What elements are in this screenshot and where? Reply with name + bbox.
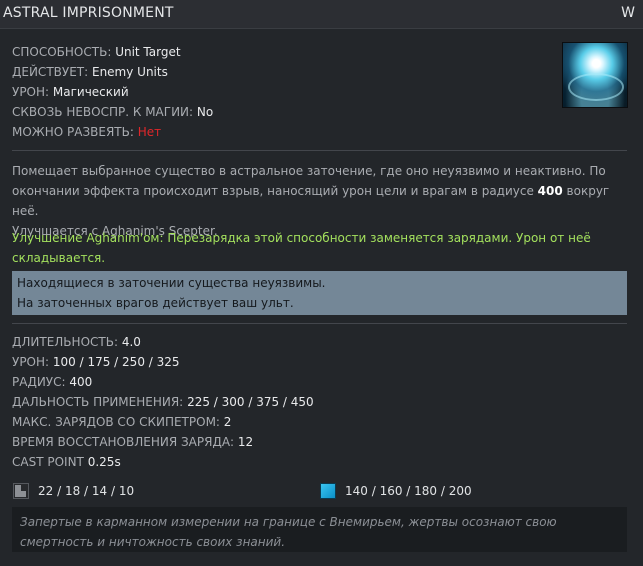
stat-pierces-immunity: СКВОЗЬ НЕВОСПР. К МАГИИ: No: [12, 105, 213, 119]
lore-box: Запертые в карманном измерении на границ…: [12, 507, 627, 552]
stat-value: 225 / 300 / 375 / 450: [187, 395, 314, 409]
stat-value: 12: [237, 435, 254, 449]
stat-label: ДАЛЬНОСТЬ ПРИМЕНЕНИЯ:: [12, 395, 184, 409]
lore-text: Запертые в карманном измерении на границ…: [20, 515, 557, 549]
stat-value: Магический: [52, 85, 129, 99]
cooldown-icon: [13, 483, 29, 499]
cooldown-cost: 22 / 18 / 14 / 10: [13, 482, 134, 500]
stat-charge-restore: ВРЕМЯ ВОССТАНОВЛЕНИЯ ЗАРЯДА: 12: [12, 435, 253, 449]
stat-damage: УРОН: 100 / 175 / 250 / 325: [12, 355, 180, 369]
stat-cast-range: ДАЛЬНОСТЬ ПРИМЕНЕНИЯ: 225 / 300 / 375 / …: [12, 395, 314, 409]
stat-duration: ДЛИТЕЛЬНОСТЬ: 4.0: [12, 335, 141, 349]
tooltip-header: ASTRAL IMPRISONMENT W: [0, 0, 643, 29]
stat-label: СКВОЗЬ НЕВОСПР. К МАГИИ:: [12, 105, 194, 119]
stat-label: МАКС. ЗАРЯДОВ СО СКИПЕТРОМ:: [12, 415, 220, 429]
description-text: Помещает выбранное существо в астральное…: [12, 164, 606, 198]
ability-hotkey: W: [621, 5, 635, 21]
stat-label: РАДИУС:: [12, 375, 66, 389]
stat-label: CAST POINT: [12, 455, 84, 469]
mana-icon: [320, 483, 336, 499]
stat-value: Unit Target: [115, 45, 181, 59]
stat-affects: ДЕЙСТВУЕТ: Enemy Units: [12, 65, 168, 79]
divider: [12, 323, 627, 324]
cooldown-value: 22 / 18 / 14 / 10: [38, 484, 135, 498]
stat-value: 2: [223, 415, 232, 429]
note-item: Находящиеся в заточении существа неуязви…: [17, 276, 326, 290]
stat-label: ДЛИТЕЛЬНОСТЬ:: [12, 335, 118, 349]
aghanim-upgrade-text: Улучшение Aghanim'ом: Перезарядка этой с…: [12, 231, 591, 265]
stat-value: Нет: [137, 125, 162, 139]
stat-cast-point: CAST POINT 0.25s: [12, 455, 121, 469]
stat-damage-type: УРОН: Магический: [12, 85, 129, 99]
stat-label: ДЕЙСТВУЕТ:: [12, 65, 89, 79]
mana-cost: 140 / 160 / 180 / 200: [320, 482, 472, 500]
astral-imprisonment-icon: [562, 42, 628, 108]
stat-value: No: [196, 105, 214, 119]
notes-box: Находящиеся в заточении существа неуязви…: [12, 271, 627, 315]
stat-label: УРОН:: [12, 355, 50, 369]
stat-value: Enemy Units: [91, 65, 168, 79]
stat-label: СПОСОБНОСТЬ:: [12, 45, 112, 59]
ability-title: ASTRAL IMPRISONMENT: [3, 5, 174, 21]
description-radius-value: 400: [537, 184, 563, 198]
mana-value: 140 / 160 / 180 / 200: [345, 484, 472, 498]
stat-label: МОЖНО РАЗВЕЯТЬ:: [12, 125, 134, 139]
stat-value: 4.0: [121, 335, 141, 349]
divider: [12, 150, 627, 151]
stat-max-charges: МАКС. ЗАРЯДОВ СО СКИПЕТРОМ: 2: [12, 415, 231, 429]
stat-label: ВРЕМЯ ВОССТАНОВЛЕНИЯ ЗАРЯДА:: [12, 435, 235, 449]
stat-value: 100 / 175 / 250 / 325: [52, 355, 180, 369]
stat-radius: РАДИУС: 400: [12, 375, 92, 389]
stat-value: 400: [69, 375, 93, 389]
icon-ring: [568, 73, 624, 101]
stat-value: 0.25s: [87, 455, 121, 469]
note-item: На заточенных врагов действует ваш ульт.: [17, 296, 294, 310]
stat-label: УРОН:: [12, 85, 50, 99]
stat-dispellable: МОЖНО РАЗВЕЯТЬ: Нет: [12, 125, 161, 139]
stat-ability-type: СПОСОБНОСТЬ: Unit Target: [12, 45, 181, 59]
